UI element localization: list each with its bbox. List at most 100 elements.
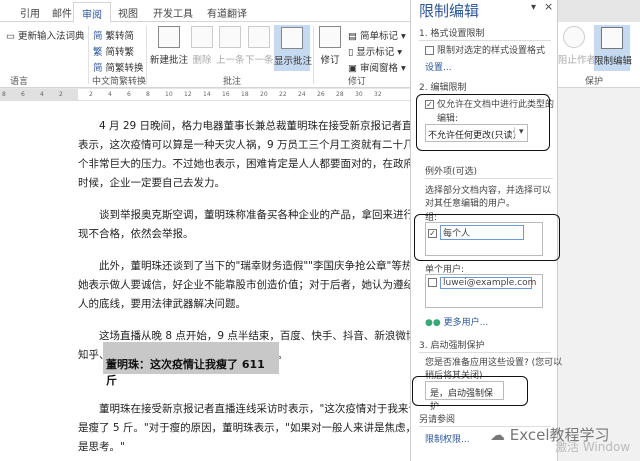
label: 上一条 bbox=[216, 55, 245, 66]
individuals-list[interactable]: luwei@example.com bbox=[425, 274, 543, 308]
new-comment-icon bbox=[158, 26, 180, 48]
ruler[interactable]: 8 6 4 2 2 4 6 8 10 12 14 16 18 20 22 24 26 28 30 32 bbox=[0, 89, 410, 101]
description: 选择部分文档内容，并选择可以 bbox=[425, 186, 552, 196]
show-comments-button[interactable]: 显示批注 bbox=[274, 25, 313, 71]
paragraph-line: 这场直播从晚 8 点开始，9 点半结束，百度、快手、抖音、新浪微博 bbox=[78, 330, 417, 342]
ruler-tick: 6 bbox=[127, 91, 131, 98]
annotation-circle bbox=[416, 94, 550, 151]
review-pane-button[interactable]: ▣ 审阅窗格 ▾ bbox=[348, 60, 406, 74]
pane-options-icon[interactable]: ▾ bbox=[531, 2, 536, 13]
label: 更新输入法词典 bbox=[18, 31, 85, 42]
checkbox[interactable] bbox=[428, 278, 437, 287]
delete-icon bbox=[191, 26, 213, 48]
selected-heading[interactable]: 董明珠：这次疫情让我瘦了 611 斤 bbox=[103, 342, 279, 387]
wechat-icon: ☁ bbox=[490, 426, 505, 444]
restrict-permission-link[interactable]: 限制权限... bbox=[425, 432, 470, 445]
ruler-tick: 2 bbox=[89, 91, 93, 98]
prev-comment-button[interactable]: 上一条 bbox=[216, 26, 245, 66]
label: 显示标记 bbox=[356, 47, 395, 58]
paragraph-line: 谈到举报奥克斯空调，董明珠称准备买各种企业的产品，拿回来进行检 bbox=[78, 209, 425, 221]
ruler-tick: 14 bbox=[203, 91, 211, 98]
ruler-tick: 26 bbox=[317, 91, 325, 98]
paragraph-line: 个非常巨大的压力。不过她也表示，困难肯定是人人都要面对的，在政府给 bbox=[78, 158, 425, 170]
label: 下一条 bbox=[245, 55, 274, 66]
ruler-tick: 16 bbox=[222, 91, 230, 98]
more-users-link[interactable]: ●● 更多用户... bbox=[425, 315, 488, 328]
pane-title: 限制编辑 bbox=[419, 2, 480, 20]
label: 阻止作者 bbox=[558, 55, 597, 66]
paragraph-line: 是瘦了 5 斤。"对于瘦的原因，董明珠表示，"如果对一般人来讲是焦虑，那么 bbox=[78, 422, 438, 434]
tab-references[interactable]: 引用 bbox=[20, 5, 40, 20]
tab-developer[interactable]: 开发工具 bbox=[153, 5, 193, 20]
label: 显示批注 bbox=[274, 56, 313, 67]
section-editing: 2. 编辑限制 bbox=[419, 80, 551, 95]
label: 简转繁 bbox=[105, 47, 135, 58]
divider bbox=[146, 26, 147, 84]
label: luwei@example.com bbox=[440, 277, 536, 289]
annotation-circle bbox=[414, 214, 560, 261]
description: 对其任意编辑的用户。 bbox=[425, 199, 516, 209]
section-enforce: 3. 启动强制保护 bbox=[419, 338, 551, 353]
user-item[interactable]: luwei@example.com bbox=[428, 277, 536, 289]
checkbox[interactable] bbox=[425, 46, 434, 55]
restrict-editing-pane: 限制编辑 ▾ × 1. 格式设置限制 限制对选定的样式设置格式 设置... 2.… bbox=[410, 0, 562, 461]
ruler-tick: 18 bbox=[241, 91, 249, 98]
tab-review[interactable]: 审阅 bbox=[73, 2, 111, 23]
tab-youdao[interactable]: 有道翻译 bbox=[207, 5, 247, 20]
annotation-circle bbox=[412, 376, 528, 406]
settings-link[interactable]: 设置... bbox=[425, 60, 452, 73]
ruler-tick: 8 bbox=[146, 91, 150, 98]
section-formatting: 1. 格式设置限制 bbox=[419, 26, 551, 41]
ruler-tick: 10 bbox=[165, 91, 173, 98]
ruler-tick: 4 bbox=[108, 91, 112, 98]
next-comment-button[interactable]: 下一条 bbox=[245, 26, 274, 66]
new-comment-button[interactable]: 新建批注 bbox=[150, 26, 188, 66]
show-comments-icon bbox=[281, 27, 303, 49]
s2t-button[interactable]: 繁 简转繁 bbox=[93, 44, 134, 58]
tab-mailings[interactable]: 邮件 bbox=[52, 5, 72, 20]
label: 繁转简 bbox=[105, 31, 135, 42]
t2s-icon: 简 bbox=[93, 31, 103, 42]
ruler-tick: 28 bbox=[336, 91, 344, 98]
paragraph-line: 她表示做人要诚信，好企业不能靠股市创造价值；对于后者，她认为遵纪守 bbox=[78, 279, 425, 291]
markup-dropdown[interactable]: ▤ 简单标记 ▾ bbox=[348, 28, 406, 42]
paragraph-line: 人的底线，要用法律武器解决问题。 bbox=[78, 298, 246, 310]
activate-windows-watermark: 激活 Window bbox=[555, 440, 631, 454]
label: 修订 bbox=[320, 55, 340, 66]
ruler-margin bbox=[0, 89, 78, 101]
s2t-icon: 繁 bbox=[93, 47, 103, 58]
label: 简繁转换 bbox=[105, 63, 144, 74]
users-icon: ●● bbox=[425, 318, 441, 328]
label: 限制对选定的样式设置格式 bbox=[437, 46, 546, 56]
ribbon-tabs: 引用 邮件 审阅 视图 开发工具 有道翻译 bbox=[0, 0, 410, 23]
convert-icon: 简 bbox=[93, 63, 103, 74]
next-icon bbox=[248, 26, 270, 48]
delete-comment-button[interactable]: 删除 bbox=[190, 26, 214, 66]
label: 更多用户... bbox=[443, 318, 489, 328]
paragraph-line: 是思考。" bbox=[78, 441, 125, 453]
ruler-tick: 32 bbox=[374, 91, 382, 98]
label: 限制编辑 bbox=[594, 56, 633, 67]
format-restrict-checkbox[interactable]: 限制对选定的样式设置格式 bbox=[425, 43, 545, 56]
track-changes-button[interactable]: 修订 bbox=[318, 26, 342, 66]
group-chinese-conversion: 中文简繁转换 bbox=[92, 77, 147, 87]
lock-document-icon bbox=[601, 27, 623, 49]
group-protect: 保护 bbox=[585, 77, 604, 87]
ruler-tick: 20 bbox=[260, 91, 268, 98]
paragraph-line: 董明珠在接受新京报记者直播连线采访时表示，"这次疫情对于我来讲 bbox=[78, 403, 419, 415]
ruler-tick: 2 bbox=[59, 91, 63, 98]
show-markup-button[interactable]: ▯ 显示标记 ▾ bbox=[348, 44, 402, 58]
block-authors-icon bbox=[563, 26, 585, 48]
restrict-editing-button[interactable]: 限制编辑 bbox=[594, 25, 633, 71]
tab-view[interactable]: 视图 bbox=[118, 5, 138, 20]
paragraph-line: 现不合格，依然会举报。 bbox=[78, 228, 194, 240]
heading-text: 董明珠：这次疫情让我瘦了 611 斤 bbox=[106, 358, 265, 387]
update-ime-button[interactable]: ▭ 更新输入法词典 bbox=[6, 28, 85, 42]
close-icon[interactable]: × bbox=[544, 0, 553, 13]
paragraph-line: 表示，这次疫情可以算是一种天灾人祸，9 万员工三个月工资就有二十几个 bbox=[78, 139, 425, 151]
block-authors-button[interactable]: 阻止作者 bbox=[558, 26, 596, 66]
convert-button[interactable]: 简 简繁转换 bbox=[93, 60, 144, 74]
description: 您是否准备应用这些设置? (您可以 bbox=[425, 358, 563, 368]
divider bbox=[88, 26, 89, 84]
t2s-button[interactable]: 简 繁转简 bbox=[93, 28, 134, 42]
